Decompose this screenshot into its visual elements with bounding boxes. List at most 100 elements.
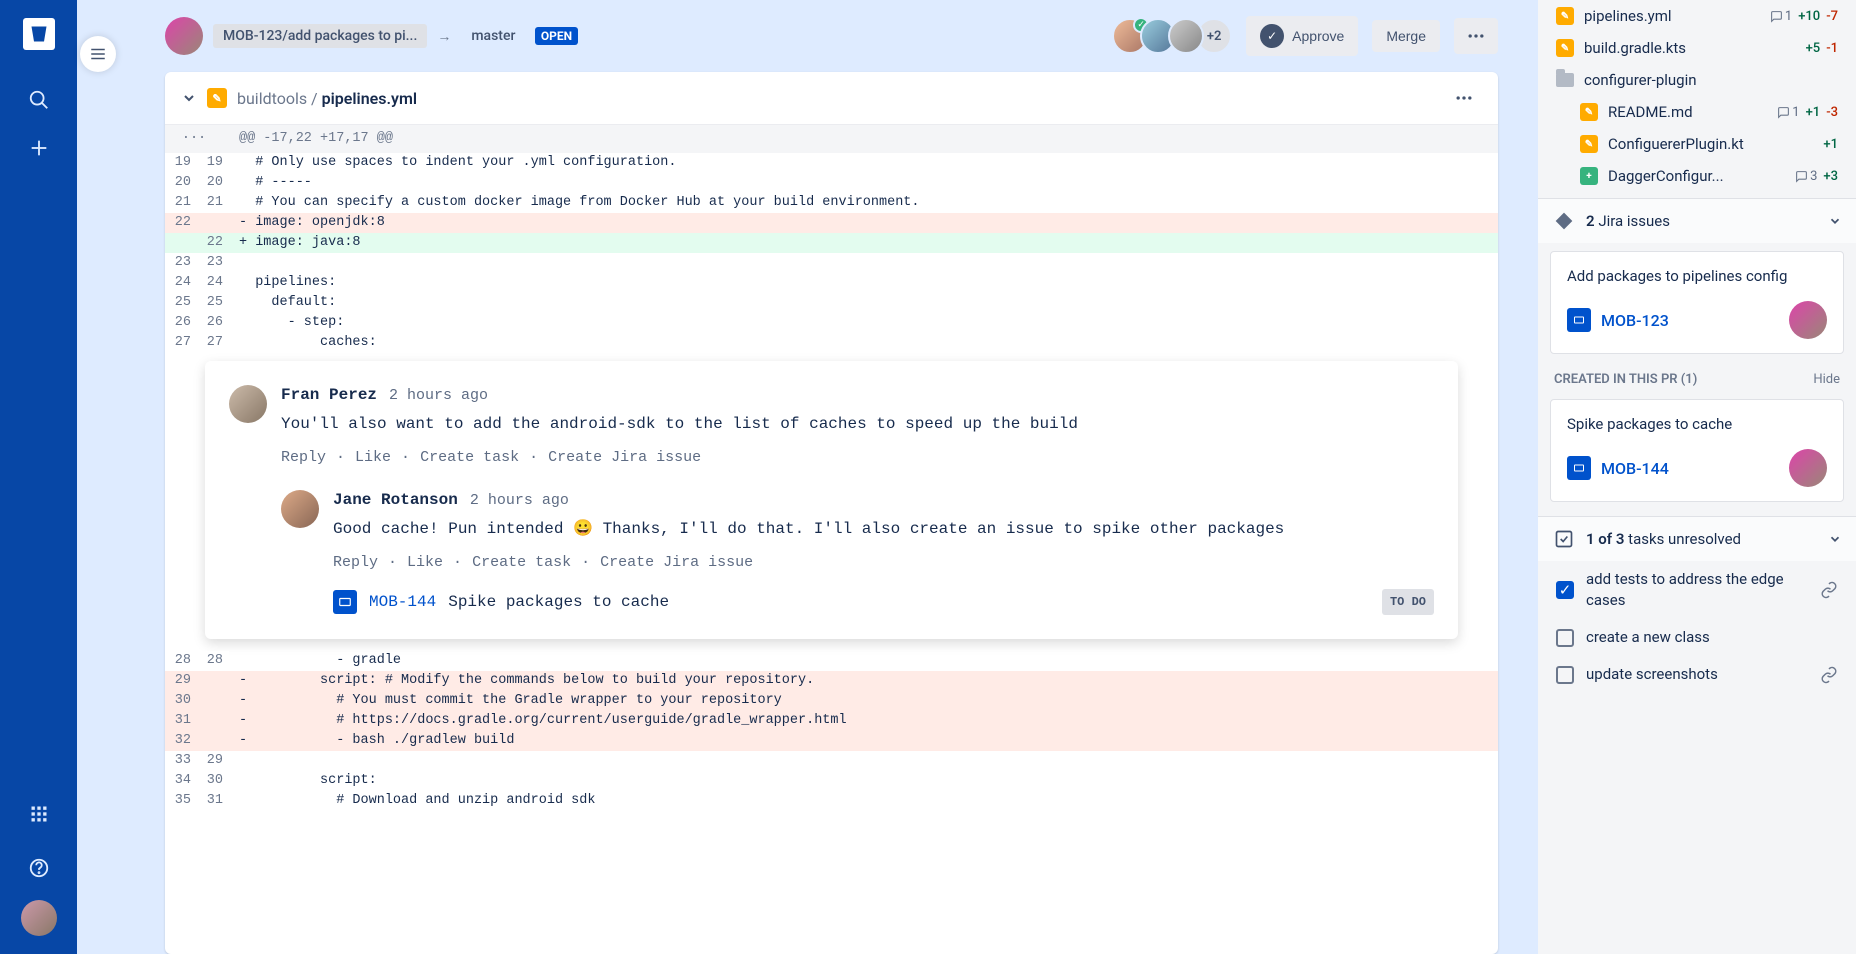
- code-line[interactable]: 2727 caches:: [165, 333, 1498, 353]
- jira-key[interactable]: MOB-144: [1601, 459, 1669, 478]
- code-line[interactable]: 3329: [165, 751, 1498, 771]
- apps-icon[interactable]: [17, 792, 61, 836]
- create-icon[interactable]: [17, 126, 61, 170]
- code-line[interactable]: 2424 pipelines:: [165, 273, 1498, 293]
- reply-action[interactable]: Reply: [281, 448, 326, 468]
- file-tree-item[interactable]: configurer-plugin: [1538, 64, 1856, 96]
- code-area: ··· @@ -17,22 +17,17 @@ 1919 # Only use …: [165, 125, 1498, 954]
- more-actions-button[interactable]: [1454, 18, 1498, 54]
- jira-key[interactable]: MOB-144: [369, 592, 436, 612]
- file-name: DaggerConfigur...: [1608, 167, 1724, 185]
- tasks-panel-header[interactable]: 1 of 3 tasks unresolved: [1538, 517, 1856, 561]
- commenter-avatar[interactable]: [229, 385, 267, 423]
- jira-issue-title[interactable]: Spike packages to cache: [448, 592, 669, 612]
- comment-author: Jane Rotanson: [333, 490, 458, 510]
- link-icon[interactable]: [1820, 581, 1838, 599]
- target-branch[interactable]: master: [461, 24, 525, 48]
- code-line[interactable]: 2626 - step:: [165, 313, 1498, 333]
- expand-hunk-icon[interactable]: ···: [165, 129, 229, 149]
- reply-action[interactable]: Reply: [333, 553, 378, 573]
- create-task-action[interactable]: Create task: [420, 448, 519, 468]
- source-branch[interactable]: MOB-123/add packages to pi...: [213, 24, 427, 48]
- branch-breadcrumb: MOB-123/add packages to pi... → master O…: [165, 17, 578, 55]
- task-checkbox[interactable]: [1556, 629, 1574, 647]
- code-line[interactable]: 29- script: # Modify the commands below …: [165, 671, 1498, 691]
- main-content: MOB-123/add packages to pi... → master O…: [77, 0, 1538, 954]
- merge-button[interactable]: Merge: [1372, 20, 1440, 52]
- code-line[interactable]: 30- # You must commit the Gradle wrapper…: [165, 691, 1498, 711]
- like-action[interactable]: Like: [407, 553, 443, 573]
- assignee-avatar[interactable]: [1789, 449, 1827, 487]
- lines-removed: -7: [1826, 9, 1838, 24]
- link-icon[interactable]: [1820, 666, 1838, 684]
- tasks-panel: 1 of 3 tasks unresolved ✓add tests to ad…: [1538, 516, 1856, 693]
- create-jira-action[interactable]: Create Jira issue: [600, 553, 753, 573]
- commenter-avatar[interactable]: [281, 490, 319, 528]
- approve-button[interactable]: ✓ Approve: [1246, 16, 1358, 56]
- task-icon: [1552, 527, 1576, 551]
- profile-avatar[interactable]: [21, 900, 57, 936]
- reviewer-avatar[interactable]: [1168, 18, 1204, 54]
- create-task-action[interactable]: Create task: [472, 553, 571, 573]
- author-avatar[interactable]: [165, 17, 203, 55]
- comment-time: 2 hours ago: [389, 386, 488, 406]
- task-text: create a new class: [1586, 627, 1838, 648]
- lines-added: +1: [1823, 137, 1838, 152]
- comment-reply: Jane Rotanson 2 hours ago Good cache! Pu…: [281, 484, 1434, 621]
- task-row: ✓add tests to address the edge cases: [1538, 561, 1856, 619]
- menu-toggle-icon[interactable]: [80, 36, 116, 72]
- jira-issue-icon: [1567, 308, 1591, 332]
- code-line[interactable]: 22- image: openjdk:8: [165, 213, 1498, 233]
- assignee-avatar[interactable]: [1789, 301, 1827, 339]
- file-path[interactable]: buildtools / pipelines.yml: [237, 89, 417, 108]
- jira-issue-card[interactable]: Spike packages to cache MOB-144: [1551, 400, 1843, 501]
- code-line[interactable]: 22+ image: java:8: [165, 233, 1498, 253]
- right-sidebar: ✎pipelines.yml1+10-7✎build.gradle.kts+5-…: [1538, 0, 1856, 954]
- lines-removed: -3: [1826, 105, 1838, 120]
- inline-comment-thread: Fran Perez 2 hours ago You'll also want …: [205, 361, 1458, 639]
- lines-added: +10: [1798, 9, 1820, 24]
- task-row: create a new class: [1538, 619, 1856, 656]
- bitbucket-logo[interactable]: [23, 18, 55, 50]
- jira-key[interactable]: MOB-123: [1601, 311, 1669, 330]
- diff-more-icon[interactable]: [1446, 84, 1482, 112]
- comment: Fran Perez 2 hours ago You'll also want …: [229, 379, 1434, 474]
- code-line[interactable]: 2828 - gradle: [165, 651, 1498, 671]
- task-checkbox[interactable]: ✓: [1556, 581, 1574, 599]
- chevron-down-icon: [1828, 532, 1842, 546]
- arrow-icon: →: [437, 28, 451, 45]
- code-line[interactable]: 2323: [165, 253, 1498, 273]
- jira-panel-header[interactable]: 2 Jira issues: [1538, 199, 1856, 243]
- code-line[interactable]: 2020 # -----: [165, 173, 1498, 193]
- code-line[interactable]: 3531 # Download and unzip android sdk: [165, 791, 1498, 811]
- code-line[interactable]: 1919 # Only use spaces to indent your .y…: [165, 153, 1498, 173]
- chevron-down-icon[interactable]: [181, 90, 197, 106]
- file-tree-item[interactable]: ✎pipelines.yml1+10-7: [1538, 0, 1856, 32]
- help-icon[interactable]: [17, 846, 61, 890]
- file-tree-item[interactable]: ✎README.md1+1-3: [1538, 96, 1856, 128]
- code-line[interactable]: 2121 # You can specify a custom docker i…: [165, 193, 1498, 213]
- file-tree-item[interactable]: +DaggerConfigur...3+3: [1538, 160, 1856, 192]
- jira-issue-card[interactable]: Add packages to pipelines config MOB-123: [1551, 252, 1843, 353]
- code-line[interactable]: 3430 script:: [165, 771, 1498, 791]
- code-line[interactable]: 31- # https://docs.gradle.org/current/us…: [165, 711, 1498, 731]
- file-name: README.md: [1608, 103, 1693, 121]
- check-icon: ✓: [1260, 24, 1284, 48]
- code-line[interactable]: 2525 default:: [165, 293, 1498, 313]
- lines-added: +3: [1823, 169, 1838, 184]
- comment-count: 1: [1770, 9, 1792, 24]
- file-name: pipelines.yml: [1584, 7, 1672, 25]
- create-jira-action[interactable]: Create Jira issue: [548, 448, 701, 468]
- file-tree-item[interactable]: ✎build.gradle.kts+5-1: [1538, 32, 1856, 64]
- like-action[interactable]: Like: [355, 448, 391, 468]
- diff-file-header: ✎ buildtools / pipelines.yml: [165, 72, 1498, 125]
- search-icon[interactable]: [17, 78, 61, 122]
- file-tree-item[interactable]: ✎ConfiguererPlugin.kt+1: [1538, 128, 1856, 160]
- hide-link[interactable]: Hide: [1813, 372, 1840, 387]
- task-checkbox[interactable]: [1556, 666, 1574, 684]
- file-name: ConfiguererPlugin.kt: [1608, 135, 1744, 153]
- jira-issue-icon: [1567, 456, 1591, 480]
- jira-issues-panel: 2 Jira issues Add packages to pipelines …: [1538, 198, 1856, 510]
- code-line[interactable]: 32- - bash ./gradlew build: [165, 731, 1498, 751]
- reviewers-list: ✓ +2: [1120, 18, 1232, 54]
